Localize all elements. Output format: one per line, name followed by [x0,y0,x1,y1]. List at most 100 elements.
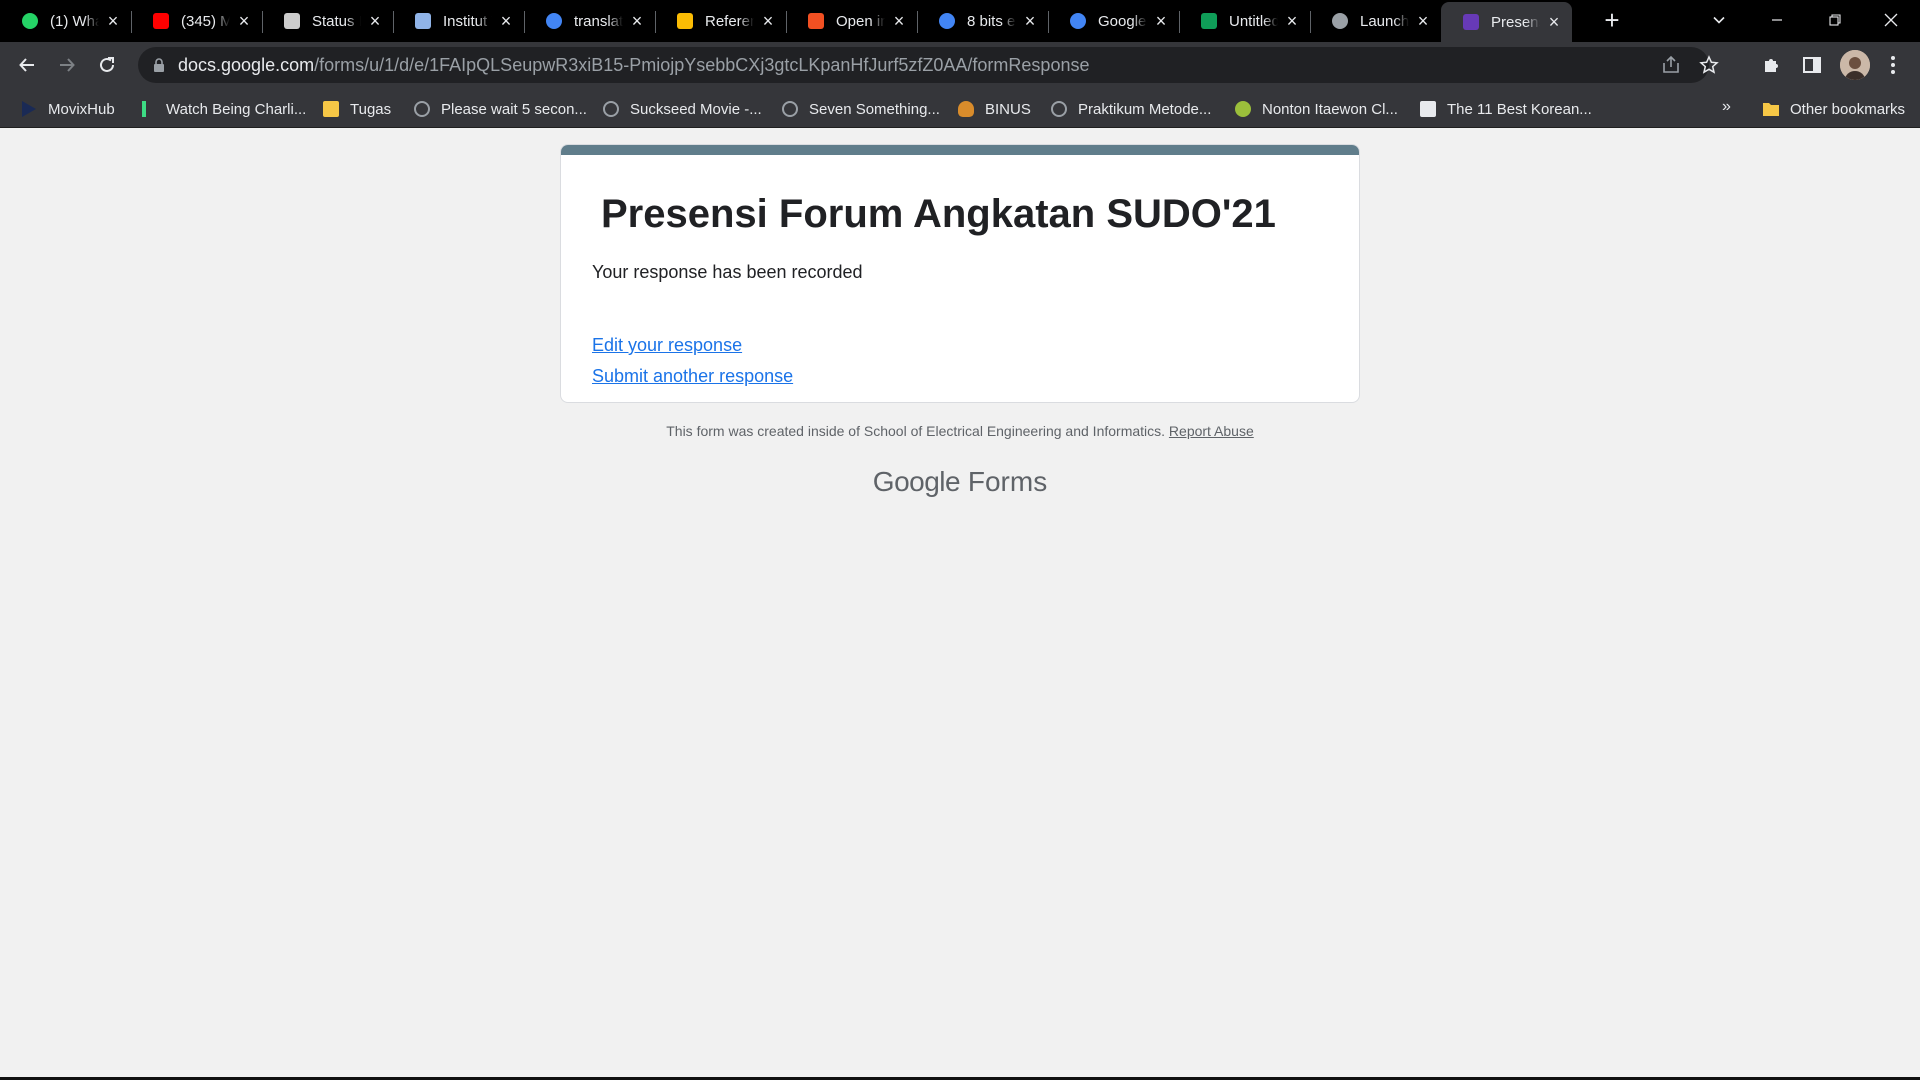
bookmarks-bar: MovixHub Watch Being Charli... Tugas Please… [0,88,1920,128]
url-path: /forms/u/1/d/e/1FAIpQLSeupwR3xiB15-Pmioj… [314,55,1090,75]
form-title: Presensi Forum Angkatan SUDO'21 [601,192,1276,236]
folder-icon [322,100,340,118]
close-tab-icon[interactable]: × [629,12,645,30]
tab-title: Institut Teknologi [443,12,492,30]
report-abuse-link[interactable]: Report Abuse [1169,423,1254,439]
tab-0[interactable]: (1) WhatsApp × [0,3,131,39]
tab-strip: (1) WhatsApp×(345) My Mix×Status Mahasis… [0,0,1920,42]
footer-note: This form was created inside of School o… [0,423,1920,439]
close-tab-icon[interactable]: × [236,12,252,30]
close-window-button[interactable] [1862,0,1920,40]
google-icon [937,11,957,31]
close-tab-icon[interactable]: × [498,12,514,30]
film-icon [1234,100,1252,118]
bookmark-item[interactable]: Praktikum Metode... [1050,98,1211,120]
footer-created-text: This form was created inside of School o… [666,423,1166,439]
profile-avatar[interactable] [1840,50,1870,80]
bookmark-label: Seven Something... [809,100,940,118]
response-card: Presensi Forum Angkatan SUDO'21 Your res… [560,144,1360,403]
tab-title: translate [574,12,623,30]
tab-4[interactable]: translate × [524,3,655,39]
address-bar[interactable]: docs.google.com/forms/u/1/d/e/1FAIpQLSeu… [138,47,1719,83]
chevron-down-icon [1713,16,1725,24]
close-tab-icon[interactable]: × [1153,12,1169,30]
tab-1[interactable]: (345) My Mix × [131,3,262,39]
side-panel-icon [1803,57,1821,73]
confirmation-message: Your response has been recorded [592,262,863,282]
other-bookmarks[interactable]: Other bookmarks [1762,98,1905,120]
reload-button[interactable] [91,49,123,81]
tab-title: Google [1098,12,1147,30]
bookmark-item[interactable]: BINUS [957,98,1031,120]
close-tab-icon[interactable]: × [1546,13,1562,31]
tab-title: (1) WhatsApp [50,12,99,30]
submit-another-link[interactable]: Submit another response [592,366,793,387]
side-panel-button[interactable] [1801,54,1823,76]
bookmark-item[interactable]: Please wait 5 secon... [413,98,587,120]
tab-11[interactable]: Presensi × [1441,2,1572,42]
tab-title: Status Mahasiswa [312,12,361,30]
tab-title: Presensi [1491,13,1540,31]
close-tab-icon[interactable]: × [1022,12,1038,30]
menu-button[interactable] [1882,54,1904,76]
google-sheets-icon [1199,11,1219,31]
tab-5[interactable]: Referensi × [655,3,786,39]
bookmark-label: Watch Being Charli... [166,100,307,118]
kebab-menu-icon [1891,56,1895,74]
close-tab-icon[interactable]: × [1284,12,1300,30]
bookmark-item[interactable]: Seven Something... [781,98,940,120]
close-tab-icon[interactable]: × [105,12,121,30]
browser-toolbar: docs.google.com/forms/u/1/d/e/1FAIpQLSeu… [0,42,1920,88]
lock-icon [154,58,164,72]
bookmark-item[interactable]: MovixHub [20,98,115,120]
extensions-button[interactable] [1761,54,1783,76]
restore-button[interactable] [1806,0,1864,40]
tab-2[interactable]: Status Mahasiswa × [262,3,393,39]
bookmark-item[interactable]: Tugas [322,98,391,120]
bookmark-item[interactable]: Nonton Itaewon Cl... [1234,98,1398,120]
tab-10[interactable]: Launch × [1310,3,1441,39]
bookmark-item[interactable]: Watch Being Charli... [138,98,306,120]
back-button[interactable] [11,49,43,81]
share-icon [1663,55,1679,73]
logo-forms-text: Forms [967,466,1048,497]
globe-icon [413,100,431,118]
forward-button[interactable] [51,49,83,81]
tab-title: Open in [836,12,885,30]
tab-8[interactable]: Google × [1048,3,1179,39]
k-icon [138,100,156,118]
bookmark-label: Suckseed Movie -... [630,100,762,118]
close-tab-icon[interactable]: × [891,12,907,30]
tab-title: Launch [1360,12,1409,30]
new-tab-button[interactable]: + [1598,7,1626,35]
tab-7[interactable]: 8 bits e × [917,3,1048,39]
status-icon [282,11,302,31]
bookmark-item[interactable]: The 11 Best Korean... [1419,98,1592,120]
avatar-icon [1840,50,1870,80]
bookmark-star-button[interactable] [1698,54,1720,76]
other-bookmarks-label: Other bookmarks [1790,100,1906,118]
bookmark-item[interactable]: Suckseed Movie -... [602,98,762,120]
bookmark-label: Nonton Itaewon Cl... [1262,100,1398,118]
folder-icon [1762,100,1780,118]
close-icon [1884,13,1898,27]
close-tab-icon[interactable]: × [760,12,776,30]
globe-icon [1050,100,1068,118]
close-tab-icon[interactable]: × [1415,12,1431,30]
share-button[interactable] [1660,54,1682,76]
star-icon [1699,55,1719,74]
google-forms-logo[interactable]: Google Forms [0,466,1920,498]
tab-search-button[interactable] [1690,0,1748,40]
globe-icon [781,100,799,118]
movixhub-icon [20,100,38,118]
institut-icon [413,11,433,31]
tab-6[interactable]: Open in × [786,3,917,39]
minimize-button[interactable] [1748,0,1806,40]
more-bookmarks-button[interactable]: » [1722,98,1731,116]
edit-response-link[interactable]: Edit your response [592,335,742,356]
google-drive-icon [675,11,695,31]
close-tab-icon[interactable]: × [367,12,383,30]
tab-9[interactable]: Untitled × [1179,3,1310,39]
ce-icon [1419,100,1437,118]
tab-3[interactable]: Institut Teknologi × [393,3,524,39]
